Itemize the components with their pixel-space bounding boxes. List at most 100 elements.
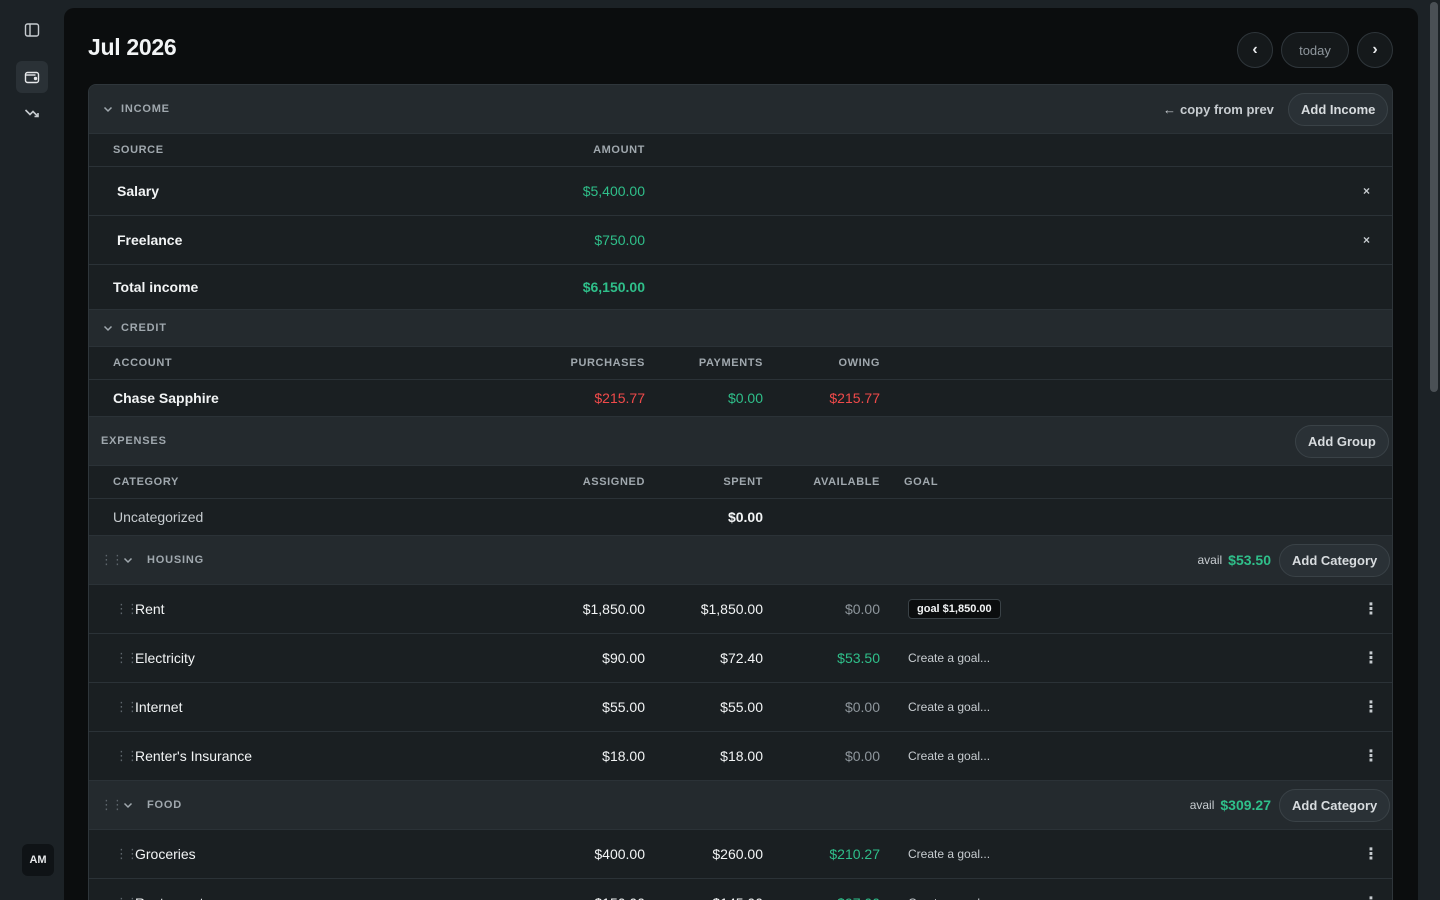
collapse-credit-toggle[interactable] xyxy=(102,310,114,346)
category-available: $210.27 xyxy=(829,846,880,862)
category-name[interactable]: Rent xyxy=(135,585,165,633)
income-amount[interactable]: $750.00 xyxy=(509,216,645,264)
expenses-section-header: EXPENSES Add Group xyxy=(89,417,1392,466)
category-spent: $145.00 xyxy=(649,879,763,900)
income-total-row: Total income $6,150.00 xyxy=(89,265,1392,310)
copy-from-prev-button[interactable]: ← copy from prev xyxy=(1163,85,1274,133)
category-row: ⋮⋮ Groceries $400.00 $260.00 $210.27 Cre… xyxy=(89,830,1392,879)
today-button[interactable]: today xyxy=(1281,32,1349,68)
more-vertical-icon[interactable]: ⋮ xyxy=(1363,879,1379,900)
category-assigned[interactable]: $400.00 xyxy=(509,830,645,878)
drag-handle-icon[interactable]: ⋮⋮ xyxy=(115,683,139,731)
category-spent: $1,850.00 xyxy=(700,601,763,617)
category-name[interactable]: Electricity xyxy=(135,634,195,682)
collapse-group-toggle[interactable] xyxy=(122,536,134,584)
category-name[interactable]: Restaurants xyxy=(135,879,210,900)
credit-account-name: Chase Sapphire xyxy=(113,390,219,406)
column-header-purchases: PURCHASES xyxy=(570,357,645,369)
avatar[interactable]: AM xyxy=(22,844,54,876)
credit-section-header: CREDIT xyxy=(89,310,1392,347)
sidebar-item-reports[interactable] xyxy=(16,97,48,129)
budget-table: INCOME ← copy from prev Add Income SOURC… xyxy=(88,84,1393,900)
drag-handle-icon[interactable]: ⋮⋮ xyxy=(115,634,139,682)
uncategorized-row: Uncategorized $0.00 xyxy=(89,499,1392,536)
avail-amount: $309.27 xyxy=(1220,797,1271,813)
category-assigned[interactable]: $18.00 xyxy=(509,732,645,780)
category-row: ⋮⋮ Renter's Insurance $18.00 $18.00 $0.0… xyxy=(89,732,1392,781)
prev-month-button[interactable]: ‹ xyxy=(1237,32,1273,68)
group-name: FOOD xyxy=(147,799,182,811)
income-source[interactable]: Freelance xyxy=(117,216,182,264)
main-panel: Jul 2026 ‹ today › INCOME ← copy from pr… xyxy=(64,8,1418,900)
more-vertical-icon[interactable]: ⋮ xyxy=(1363,830,1379,878)
category-assigned[interactable]: $150.00 xyxy=(509,879,645,900)
column-header-amount: AMOUNT xyxy=(593,144,645,156)
more-vertical-icon[interactable]: ⋮ xyxy=(1363,634,1379,682)
drag-handle-icon[interactable]: ⋮⋮ xyxy=(115,585,139,633)
remove-income-button[interactable]: × xyxy=(1363,216,1370,264)
add-category-button[interactable]: Add Category xyxy=(1279,544,1391,577)
category-name[interactable]: Internet xyxy=(135,683,182,731)
income-section-header: INCOME ← copy from prev Add Income xyxy=(89,85,1392,134)
chevron-down-icon xyxy=(123,557,133,564)
category-assigned[interactable]: $1,850.00 xyxy=(509,585,645,633)
column-header-assigned: ASSIGNED xyxy=(582,476,645,488)
credit-section-label: CREDIT xyxy=(121,322,167,334)
category-spent: $72.40 xyxy=(720,650,763,666)
income-amount[interactable]: $5,400.00 xyxy=(509,167,645,215)
uncategorized-spent: $0.00 xyxy=(727,509,763,525)
credit-purchases: $215.77 xyxy=(594,390,645,406)
group-avail: avail $309.27 xyxy=(1169,781,1271,829)
goal-chip[interactable]: goal $1,850.00 xyxy=(908,585,1001,633)
income-source[interactable]: Salary xyxy=(117,167,159,215)
total-income-label: Total income xyxy=(113,279,199,295)
create-goal-link[interactable]: Create a goal... xyxy=(908,830,990,878)
category-assigned[interactable]: $55.00 xyxy=(509,683,645,731)
category-row: ⋮⋮ Restaurants $150.00 $145.00 $97.00 Cr… xyxy=(89,879,1392,900)
drag-handle-icon[interactable]: ⋮⋮ xyxy=(100,781,124,829)
category-available: $97.00 xyxy=(769,879,880,900)
goal-chip-label: goal $1,850.00 xyxy=(908,599,1001,619)
category-available: $0.00 xyxy=(844,699,880,715)
create-goal-link[interactable]: Create a goal... xyxy=(908,683,990,731)
drag-handle-icon[interactable]: ⋮⋮ xyxy=(115,732,139,780)
credit-payments: $0.00 xyxy=(727,390,763,406)
collapse-income-toggle[interactable] xyxy=(102,85,114,133)
create-goal-link[interactable]: Create a goal... xyxy=(908,634,990,682)
avail-amount: $53.50 xyxy=(1228,552,1271,568)
add-category-button[interactable]: Add Category xyxy=(1279,789,1391,822)
category-assigned[interactable]: $90.00 xyxy=(509,634,645,682)
copy-from-prev-label: copy from prev xyxy=(1180,101,1274,117)
add-group-button[interactable]: Add Group xyxy=(1295,425,1389,458)
create-goal-link[interactable]: Create a goal... xyxy=(908,732,990,780)
create-goal-link[interactable]: Create a goal... xyxy=(908,879,990,900)
remove-income-button[interactable]: × xyxy=(1363,167,1370,215)
drag-handle-icon[interactable]: ⋮⋮ xyxy=(100,536,124,584)
drag-handle-icon[interactable]: ⋮⋮ xyxy=(115,879,139,900)
column-header-payments: PAYMENTS xyxy=(698,357,763,369)
income-row: Freelance $750.00 × xyxy=(89,216,1392,265)
column-header-source: SOURCE xyxy=(113,144,164,156)
category-name[interactable]: Groceries xyxy=(135,830,196,878)
drag-handle-icon[interactable]: ⋮⋮ xyxy=(115,830,139,878)
group-avail: avail $53.50 xyxy=(1189,536,1271,584)
category-spent: $55.00 xyxy=(720,699,763,715)
add-income-button[interactable]: Add Income xyxy=(1288,93,1389,126)
panel-left-icon xyxy=(24,23,40,37)
page-scrollbar[interactable] xyxy=(1428,0,1440,900)
scrollbar-thumb[interactable] xyxy=(1430,2,1438,392)
next-month-button[interactable]: › xyxy=(1357,32,1393,68)
category-available: $0.00 xyxy=(844,601,880,617)
sidebar-toggle-button[interactable] xyxy=(16,14,48,46)
category-available: $0.00 xyxy=(844,748,880,764)
more-vertical-icon[interactable]: ⋮ xyxy=(1363,585,1379,633)
group-header-food: ⋮⋮ FOOD avail $309.27 Add Category xyxy=(89,781,1392,830)
more-vertical-icon[interactable]: ⋮ xyxy=(1363,683,1379,731)
chevron-down-icon xyxy=(123,802,133,809)
collapse-group-toggle[interactable] xyxy=(122,781,134,829)
chevron-down-icon xyxy=(103,106,113,113)
more-vertical-icon[interactable]: ⋮ xyxy=(1363,732,1379,780)
sidebar-item-budget[interactable] xyxy=(16,61,48,93)
category-name[interactable]: Renter's Insurance xyxy=(135,732,252,780)
category-available: $53.50 xyxy=(837,650,880,666)
